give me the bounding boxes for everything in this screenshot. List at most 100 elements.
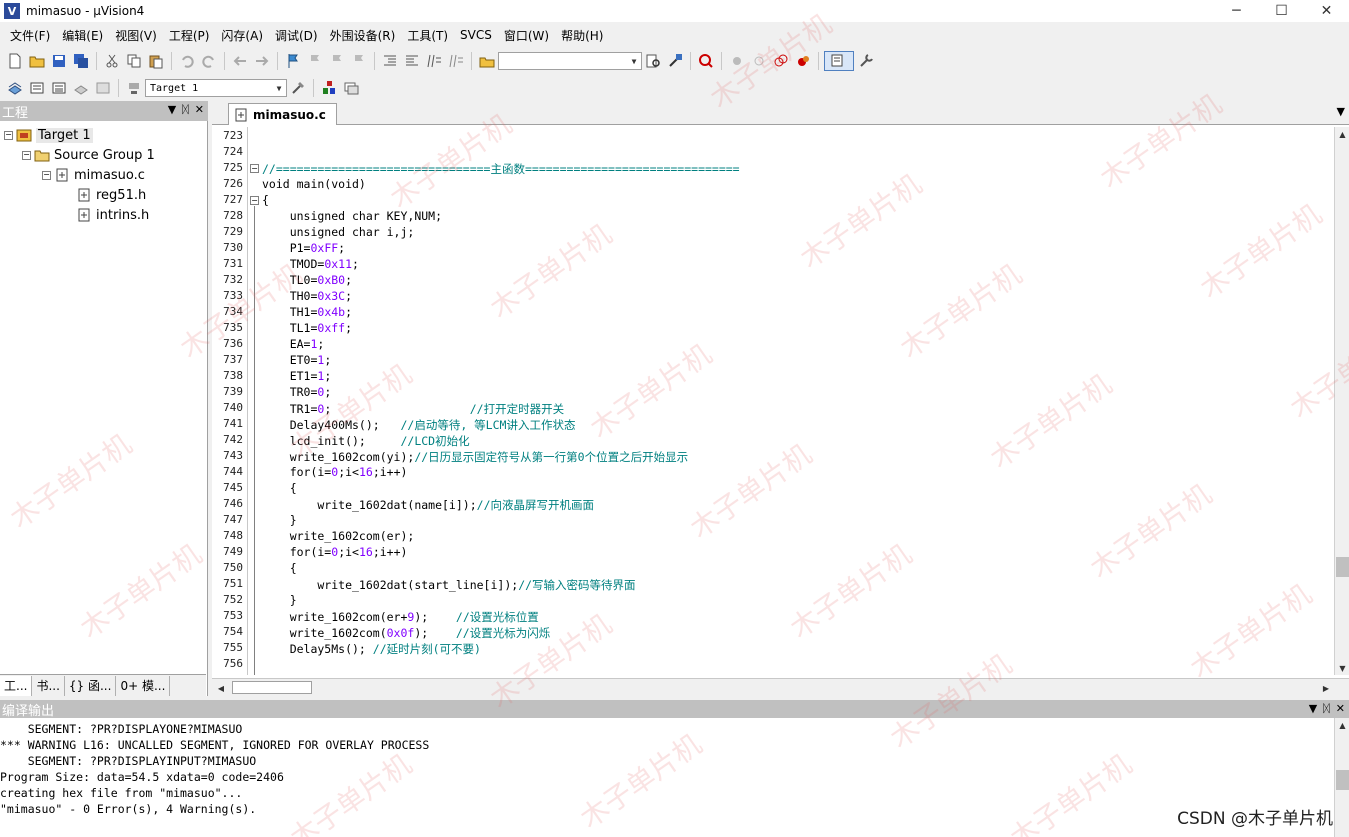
kill-breakpoints-icon[interactable] — [793, 51, 813, 71]
tree-include-reg51[interactable]: reg51.h — [76, 185, 146, 205]
code-line: write_1602com(er+9); //设置光标位置 — [262, 610, 539, 624]
tab-templates[interactable]: 0+ 模... — [116, 675, 171, 696]
tree-include-intrins-label: intrins.h — [96, 207, 150, 223]
editor-horizontal-scrollbar[interactable]: ◀ ▶ — [212, 678, 1349, 696]
configure-icon[interactable] — [856, 51, 876, 71]
tab-list-icon[interactable]: ▼ — [1337, 105, 1345, 118]
tab-mimasuo-c[interactable]: mimasuo.c — [228, 103, 337, 125]
close-button[interactable]: ✕ — [1304, 0, 1349, 22]
manage-components-icon[interactable] — [319, 78, 339, 98]
stop-build-icon[interactable] — [93, 78, 113, 98]
rebuild-icon[interactable] — [49, 78, 69, 98]
scroll-left-icon[interactable]: ◀ — [214, 681, 228, 695]
fold-collapse-icon[interactable]: − — [250, 196, 259, 205]
code-line: for(i=0;i<16;i++) — [262, 545, 408, 559]
menu-tools[interactable]: 工具(T) — [401, 24, 454, 46]
select-packs-icon[interactable] — [341, 78, 361, 98]
disable-all-breakpoints-icon[interactable] — [771, 51, 791, 71]
tab-project[interactable]: 工... — [0, 675, 33, 696]
bookmark-icon[interactable] — [283, 51, 303, 71]
collapse-icon[interactable]: − — [42, 170, 51, 180]
close-icon[interactable]: ✕ — [195, 103, 204, 116]
menu-flash[interactable]: 闪存(A) — [215, 24, 269, 46]
unindent-icon[interactable] — [402, 51, 422, 71]
scroll-thumb[interactable] — [1336, 770, 1349, 790]
build-icon[interactable] — [27, 78, 47, 98]
navigate-back-icon[interactable] — [230, 51, 250, 71]
pin-icon[interactable]: ᛞ — [1323, 702, 1330, 715]
chevron-down-icon[interactable]: ▼ — [629, 56, 639, 66]
find-icon[interactable] — [643, 51, 663, 71]
menu-file[interactable]: 文件(F) — [4, 24, 56, 46]
scroll-down-icon[interactable]: ▼ — [1335, 661, 1349, 675]
scroll-up-icon[interactable]: ▲ — [1335, 127, 1349, 141]
target-options-icon[interactable] — [288, 78, 308, 98]
target-select[interactable]: Target 1 ▼ — [145, 79, 287, 97]
maximize-button[interactable]: ☐ — [1259, 0, 1304, 22]
line-number: 745 — [223, 481, 243, 494]
next-bookmark-icon[interactable] — [327, 51, 347, 71]
find-in-files-icon[interactable] — [477, 51, 497, 71]
copy-icon[interactable] — [124, 51, 144, 71]
pin-icon[interactable]: ᛞ — [182, 103, 189, 116]
panel-menu-icon[interactable]: ▼ — [1309, 702, 1317, 715]
tab-functions[interactable]: {} 函... — [65, 675, 117, 696]
prev-bookmark-icon[interactable] — [305, 51, 325, 71]
menu-help[interactable]: 帮助(H) — [555, 24, 609, 46]
collapse-icon[interactable]: − — [22, 150, 31, 160]
menu-project[interactable]: 工程(P) — [163, 24, 216, 46]
chevron-down-icon[interactable]: ▼ — [274, 83, 284, 93]
comment-icon[interactable] — [424, 51, 444, 71]
scroll-thumb[interactable] — [232, 681, 312, 694]
tree-source-group[interactable]: − Source Group 1 — [22, 145, 155, 165]
paste-icon[interactable] — [146, 51, 166, 71]
cut-icon[interactable] — [102, 51, 122, 71]
code-line: TL1=0xff; — [262, 321, 353, 335]
find-combo[interactable]: ▼ — [498, 52, 642, 70]
close-icon[interactable]: ✕ — [1336, 702, 1345, 715]
batch-build-icon[interactable] — [71, 78, 91, 98]
tree-target[interactable]: − Target 1 — [4, 125, 93, 145]
navigate-forward-icon[interactable] — [252, 51, 272, 71]
scroll-thumb[interactable] — [1336, 557, 1349, 577]
editor-vertical-scrollbar[interactable]: ▲ ▼ — [1334, 127, 1349, 675]
minimize-button[interactable]: ─ — [1214, 0, 1259, 22]
code-line: { — [262, 561, 297, 575]
menu-debug[interactable]: 调试(D) — [269, 24, 324, 46]
menu-view[interactable]: 视图(V) — [109, 24, 163, 46]
breakpoint-icon[interactable] — [727, 51, 747, 71]
disable-breakpoint-icon[interactable] — [749, 51, 769, 71]
line-number: 727 — [223, 193, 243, 206]
open-folder-icon[interactable] — [27, 51, 47, 71]
save-all-icon[interactable] — [71, 51, 91, 71]
download-icon[interactable] — [124, 78, 144, 98]
menu-svcs[interactable]: SVCS — [454, 24, 498, 46]
fold-collapse-icon[interactable]: − — [250, 164, 259, 173]
menu-window[interactable]: 窗口(W) — [498, 24, 555, 46]
translate-icon[interactable] — [5, 78, 25, 98]
uncomment-icon[interactable] — [446, 51, 466, 71]
save-icon[interactable] — [49, 51, 69, 71]
code-line: { — [262, 481, 297, 495]
debug-session-icon[interactable] — [696, 51, 716, 71]
build-output-title: 编译输出 — [2, 703, 55, 719]
clear-bookmarks-icon[interactable] — [349, 51, 369, 71]
undo-icon[interactable] — [177, 51, 197, 71]
indent-icon[interactable] — [380, 51, 400, 71]
window-layout-icon[interactable] — [824, 51, 854, 71]
collapse-icon[interactable]: − — [4, 130, 13, 140]
tab-books[interactable]: 书... — [32, 675, 65, 696]
tree-file-mimasuo[interactable]: − mimasuo.c — [42, 165, 145, 185]
line-number: 742 — [223, 433, 243, 446]
menu-peripherals[interactable]: 外围设备(R) — [324, 24, 402, 46]
scroll-right-icon[interactable]: ▶ — [1319, 681, 1333, 695]
scroll-up-icon[interactable]: ▲ — [1335, 718, 1349, 732]
redo-icon[interactable] — [199, 51, 219, 71]
output-vertical-scrollbar[interactable]: ▲ — [1334, 718, 1349, 837]
incremental-find-icon[interactable] — [665, 51, 685, 71]
menu-edit[interactable]: 编辑(E) — [56, 24, 109, 46]
panel-menu-icon[interactable]: ▼ — [168, 103, 176, 116]
code-area[interactable]: //===============================主函数====… — [262, 127, 1334, 675]
new-file-icon[interactable] — [5, 51, 25, 71]
tree-include-intrins[interactable]: intrins.h — [76, 205, 149, 225]
